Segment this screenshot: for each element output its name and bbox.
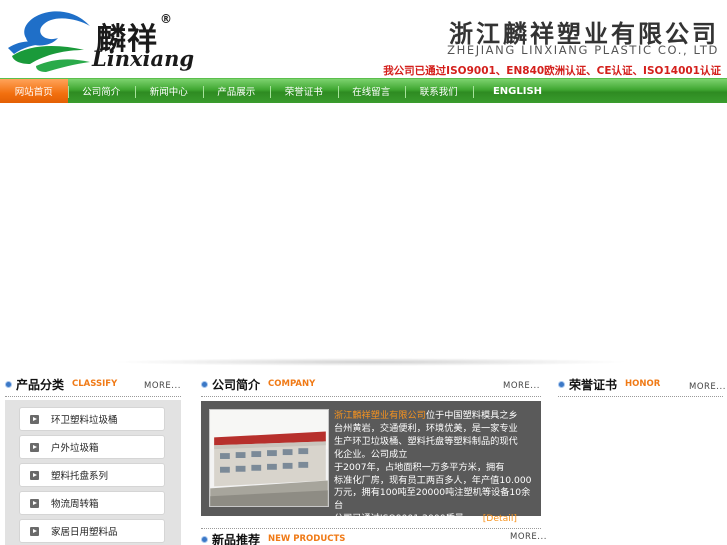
bullet-icon	[558, 380, 565, 388]
new-products-header: 新品推荐 NEW PRODUCTS	[201, 529, 345, 545]
classify-title: 产品分类	[16, 377, 65, 392]
bullet-icon	[201, 535, 208, 543]
company-name-english: ZHEJIANG LINXIANG PLASTIC CO., LTD	[447, 43, 719, 57]
company-subtitle: COMPANY	[268, 379, 316, 389]
category-item[interactable]: 物流周转箱	[19, 491, 165, 515]
factory-photo[interactable]	[209, 409, 329, 507]
category-label: 塑料托盘系列	[51, 471, 109, 482]
category-item[interactable]: 户外垃圾箱	[19, 435, 165, 459]
nav-honors[interactable]: 荣誉证书	[270, 79, 338, 103]
company-description: 浙江麟祥塑业有限公司位于中国塑料模具之乡 台州黄岩，交通便利，环境优美，是一家专…	[334, 410, 534, 526]
new-products-subtitle: NEW PRODUCTS	[268, 534, 346, 544]
category-label: 环卫塑料垃圾桶	[51, 415, 118, 426]
banner-area	[0, 103, 727, 358]
description-line: 台州黄岩，交通便利，环境优美，是一家专业	[334, 422, 518, 434]
arrow-right-icon	[30, 526, 39, 536]
new-products-more-link[interactable]: MORE...	[510, 532, 547, 542]
company-more-link[interactable]: MORE...	[503, 381, 540, 391]
classify-more-link[interactable]: MORE...	[144, 381, 181, 391]
detail-link[interactable]: [Detail]	[483, 513, 517, 524]
category-item[interactable]: 塑料托盘系列	[19, 463, 165, 487]
classify-subtitle: CLASSIFY	[72, 379, 118, 389]
category-item[interactable]: 环卫塑料垃圾桶	[19, 407, 165, 431]
nav-contact[interactable]: 联系我们	[405, 79, 473, 103]
registered-mark: ®	[160, 12, 172, 26]
arrow-right-icon	[30, 498, 39, 508]
logo-english-name: Linxiang	[92, 46, 195, 71]
honor-title: 荣誉证书	[569, 377, 618, 392]
company-name-highlight[interactable]: 浙江麟祥塑业有限公司	[334, 410, 426, 421]
category-label: 户外垃圾箱	[51, 443, 99, 454]
category-label: 家居日用塑料品	[51, 527, 118, 538]
banner-shadow	[110, 358, 630, 366]
description-line: 标准化厂房，现有员工两百多人，年产值10.000	[334, 474, 532, 486]
divider	[558, 396, 723, 397]
bullet-icon	[5, 380, 12, 388]
site-header: 麟祥 ® Linxiang 浙江麟祥塑业有限公司 ZHEJIANG LINXIA…	[0, 0, 727, 78]
bullet-icon	[201, 380, 208, 388]
honor-more-link[interactable]: MORE...	[689, 382, 726, 392]
company-title: 公司简介	[212, 377, 261, 392]
nav-home[interactable]: 网站首页	[0, 79, 68, 103]
arrow-right-icon	[30, 470, 39, 480]
company-profile-box: 浙江麟祥塑业有限公司位于中国塑料模具之乡 台州黄岩，交通便利，环境优美，是一家专…	[201, 401, 541, 524]
category-item[interactable]: 家居日用塑料品	[19, 519, 165, 543]
arrow-right-icon	[30, 442, 39, 452]
classify-panel: 环卫塑料垃圾桶 户外垃圾箱 塑料托盘系列 物流周转箱 家居日用塑料品	[5, 400, 181, 545]
nav-about[interactable]: 公司简介	[67, 79, 136, 103]
honor-header: 荣誉证书 HONOR	[558, 374, 660, 394]
nav-products[interactable]: 产品展示	[202, 79, 271, 103]
description-line: 化企业。公司成立	[334, 448, 408, 460]
certification-slogan: 我公司已通过ISO9001、EN840欧洲认证、CE认证、ISO14001认证	[383, 65, 721, 77]
classify-header: 产品分类 CLASSIFY	[5, 374, 117, 394]
honor-panel	[558, 400, 723, 545]
description-line: 位于中国塑料模具之乡	[425, 410, 518, 421]
main-navigation: 网站首页 公司简介 新闻中心 产品展示 荣誉证书 在线留言 联系我们 ENGLI…	[0, 78, 727, 103]
new-products-title: 新品推荐	[212, 532, 261, 545]
nav-guestbook[interactable]: 在线留言	[337, 79, 406, 103]
divider	[201, 396, 541, 397]
description-line: 生产环卫垃圾桶、塑料托盘等塑料制品的现代	[334, 435, 518, 447]
description-line: 于2007年，占地面积一万多平方米，拥有	[334, 461, 505, 473]
divider	[5, 396, 181, 397]
arrow-right-icon	[30, 414, 39, 424]
nav-news[interactable]: 新闻中心	[135, 79, 203, 103]
nav-english[interactable]: ENGLISH	[472, 79, 563, 103]
honor-subtitle: HONOR	[625, 379, 661, 389]
category-label: 物流周转箱	[51, 499, 99, 510]
description-line: 公司已通过ISO9001:2000质量...	[334, 513, 473, 525]
description-line: 万元，拥有100吨至20000吨注塑机等设备10余台	[334, 487, 531, 512]
company-header: 公司简介 COMPANY	[201, 374, 315, 394]
